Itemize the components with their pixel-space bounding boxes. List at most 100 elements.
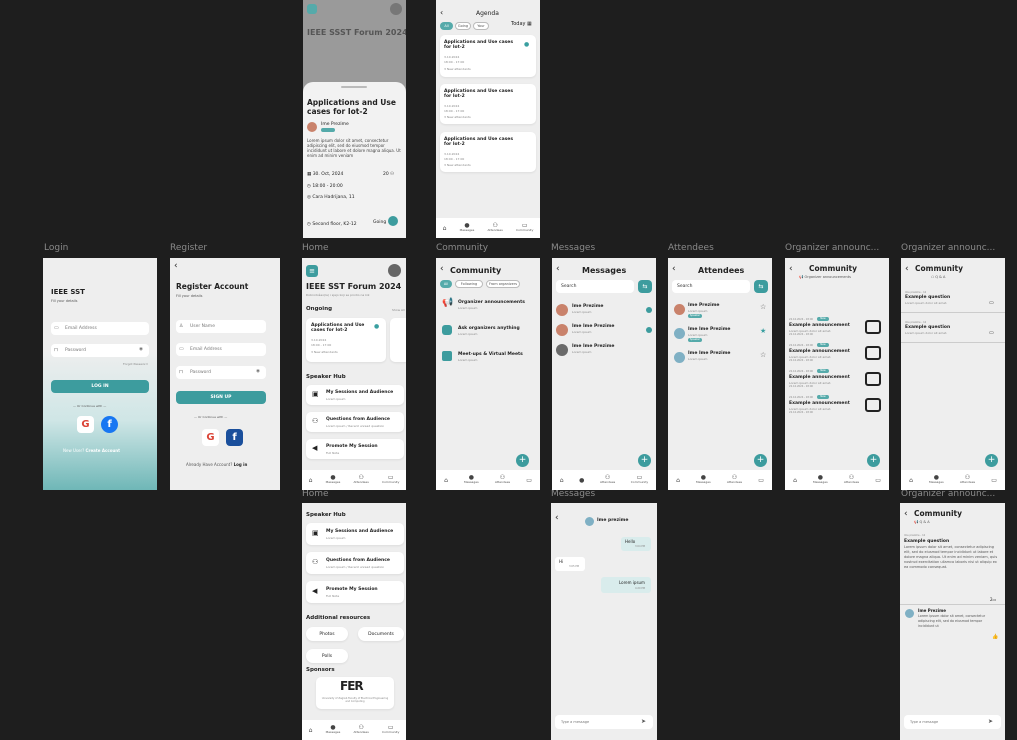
create-account-link[interactable]: Create Account bbox=[86, 448, 121, 453]
profile-avatar[interactable] bbox=[388, 264, 401, 277]
back-icon[interactable]: ‹ bbox=[440, 264, 444, 274]
new-message-button[interactable]: + bbox=[638, 454, 651, 467]
filter-icon[interactable]: ⇆ bbox=[754, 280, 768, 293]
nav-attendees[interactable]: ⚇ Attendees bbox=[727, 475, 742, 485]
ongoing-session-card[interactable]: Applications and Use cases for Iot-2 3.1… bbox=[306, 318, 386, 362]
back-icon[interactable]: ‹ bbox=[789, 264, 793, 274]
add-button[interactable]: + bbox=[754, 454, 767, 467]
nav-attendees[interactable]: ⚇ Attendees bbox=[354, 475, 369, 485]
nav-attendees[interactable]: ⚇ Attendees bbox=[600, 475, 615, 485]
password-field[interactable]: Password bbox=[176, 366, 266, 379]
star-outline-icon[interactable]: ☆ bbox=[760, 351, 766, 359]
question-title[interactable]: Example question bbox=[905, 295, 950, 300]
hub-item-promote[interactable]: ◀ Promote My Session Full Note bbox=[306, 581, 404, 603]
star-filled-icon[interactable]: ★ bbox=[760, 327, 766, 335]
announcement-item[interactable]: 22.10.2024 - 18:00 New Example announcemen… bbox=[789, 369, 885, 392]
back-icon[interactable]: ‹ bbox=[905, 264, 909, 274]
back-icon[interactable]: ‹ bbox=[555, 513, 559, 523]
show-all-link[interactable]: Show All bbox=[392, 308, 405, 312]
hub-item-questions[interactable]: ⚇ Questions from Audience Lorem ipsum / … bbox=[306, 412, 404, 432]
login-link[interactable]: Log in bbox=[234, 462, 248, 467]
nav-messages[interactable]: ● Messages bbox=[929, 475, 944, 485]
star-outline-icon[interactable]: ☆ bbox=[760, 303, 766, 311]
nav-home[interactable]: ⌂ bbox=[444, 477, 448, 483]
google-login-button[interactable]: G bbox=[77, 416, 94, 433]
contact-name[interactable]: Ime Ime Prezime bbox=[572, 324, 614, 329]
nav-home[interactable]: ⌂ bbox=[309, 727, 313, 733]
back-icon[interactable]: ‹ bbox=[174, 261, 178, 271]
documents-button[interactable]: Documents bbox=[358, 627, 404, 641]
tab-going[interactable]: Going bbox=[455, 22, 471, 30]
nav-community[interactable]: ▭ bbox=[526, 477, 532, 483]
send-icon[interactable]: ➤ bbox=[641, 718, 646, 725]
google-signup-button[interactable]: G bbox=[202, 429, 219, 446]
sponsor-card[interactable]: FER University of Zagreb Faculty of Elec… bbox=[316, 677, 394, 709]
announcement-item[interactable]: 22.10.2024 - 18:00 New Example announcemen… bbox=[789, 343, 885, 366]
search-input[interactable]: Search bbox=[672, 280, 750, 293]
answer-count[interactable]: 2▭ bbox=[990, 597, 996, 602]
menu-icon[interactable]: ≡ bbox=[306, 265, 318, 277]
nav-attendees[interactable]: ⚇ Attendees bbox=[844, 475, 859, 485]
username-field[interactable]: User Name bbox=[176, 320, 266, 333]
add-button[interactable]: + bbox=[867, 454, 880, 467]
nav-home[interactable]: ⌂ bbox=[309, 477, 313, 483]
announcement-item[interactable]: 22.10.2024 - 18:00 New Example announcemen… bbox=[789, 317, 885, 340]
facebook-login-button[interactable]: f bbox=[101, 416, 118, 433]
community-item-title[interactable]: Ask organizers anything bbox=[458, 326, 520, 331]
nav-community[interactable]: ▭ Community bbox=[382, 725, 399, 735]
comment-icon[interactable]: ▭ bbox=[989, 300, 994, 306]
tab-from-organizers[interactable]: From organizers bbox=[486, 280, 520, 288]
community-item-title[interactable]: Meet-ups & Virtual Meets bbox=[458, 352, 523, 357]
nav-messages[interactable]: ● Messages bbox=[464, 475, 479, 485]
going-toggle[interactable] bbox=[388, 216, 398, 226]
message-input[interactable]: Type a message bbox=[904, 715, 1001, 729]
agenda-card[interactable]: Applications and Use cases for Iot-2 3.1… bbox=[440, 84, 536, 124]
nav-messages[interactable]: ● Messages bbox=[326, 475, 341, 485]
nav-home[interactable]: ⌂ bbox=[909, 477, 913, 483]
nav-messages[interactable]: ● bbox=[579, 477, 584, 483]
back-icon[interactable]: ‹ bbox=[904, 509, 908, 519]
ongoing-session-card-partial[interactable] bbox=[390, 318, 406, 362]
login-button[interactable]: LOG IN bbox=[51, 380, 149, 393]
photos-button[interactable]: Photos bbox=[306, 627, 348, 641]
menu-icon[interactable] bbox=[307, 4, 317, 14]
facebook-signup-button[interactable]: f bbox=[226, 429, 243, 446]
eye-icon[interactable]: ◉ bbox=[256, 369, 260, 374]
back-icon[interactable]: ‹ bbox=[672, 264, 676, 274]
announcement-item[interactable]: 22.10.2024 - 18:00 New Example announcemen… bbox=[789, 395, 885, 418]
search-input[interactable]: Search bbox=[556, 280, 634, 293]
eye-icon[interactable]: ◉ bbox=[139, 347, 143, 352]
nav-community[interactable]: ▭ bbox=[991, 477, 997, 483]
nav-home[interactable]: ⌂ bbox=[793, 477, 797, 483]
email-field[interactable]: Email Address bbox=[176, 343, 266, 356]
nav-attendees[interactable]: ⚇ Attendees bbox=[960, 475, 975, 485]
nav-home[interactable]: ⌂ bbox=[443, 225, 447, 231]
today-button[interactable]: Today ▦ bbox=[511, 21, 532, 27]
back-icon[interactable]: ‹ bbox=[440, 8, 443, 17]
nav-community[interactable]: ▭ Community bbox=[516, 223, 533, 233]
send-icon[interactable]: ➤ bbox=[988, 718, 993, 725]
nav-messages[interactable]: ● Messages bbox=[326, 725, 341, 735]
nav-community[interactable]: ▭ Community bbox=[382, 475, 399, 485]
tab-all[interactable]: All bbox=[440, 280, 452, 288]
password-field[interactable]: Password bbox=[51, 344, 149, 357]
signup-button[interactable]: SIGN UP bbox=[176, 391, 266, 404]
nav-home[interactable]: ⌂ bbox=[560, 477, 564, 483]
hub-item-questions[interactable]: ⚇ Questions from Audience Lorem ipsum / … bbox=[306, 552, 404, 574]
contact-name[interactable]: Ime Ime Prezime bbox=[572, 344, 614, 349]
attendee-name[interactable]: Ime Prezime bbox=[688, 303, 719, 308]
comment-icon[interactable]: ▭ bbox=[989, 330, 994, 336]
attendee-name[interactable]: Ime Ime Prezime bbox=[688, 327, 730, 332]
nav-messages[interactable]: ● Messages bbox=[460, 223, 475, 233]
agenda-card[interactable]: Applications and Use cases for Iot-2 3.1… bbox=[440, 132, 536, 172]
nav-attendees[interactable]: ⚇ Attendees bbox=[354, 725, 369, 735]
thumbs-up-icon[interactable]: 👍 bbox=[992, 634, 998, 640]
agenda-card[interactable]: Applications and Use cases for Iot-2 3.1… bbox=[440, 35, 536, 77]
nav-messages[interactable]: ● Messages bbox=[696, 475, 711, 485]
nav-community[interactable]: ▭ bbox=[875, 477, 881, 483]
nav-messages[interactable]: ● Messages bbox=[813, 475, 828, 485]
message-input[interactable]: Type a message bbox=[555, 715, 653, 729]
back-icon[interactable]: ‹ bbox=[556, 264, 560, 274]
hub-item-sessions[interactable]: ▣ My Sessions and Audience Lorem ipsum bbox=[306, 523, 404, 545]
tab-all[interactable]: All bbox=[440, 22, 453, 30]
